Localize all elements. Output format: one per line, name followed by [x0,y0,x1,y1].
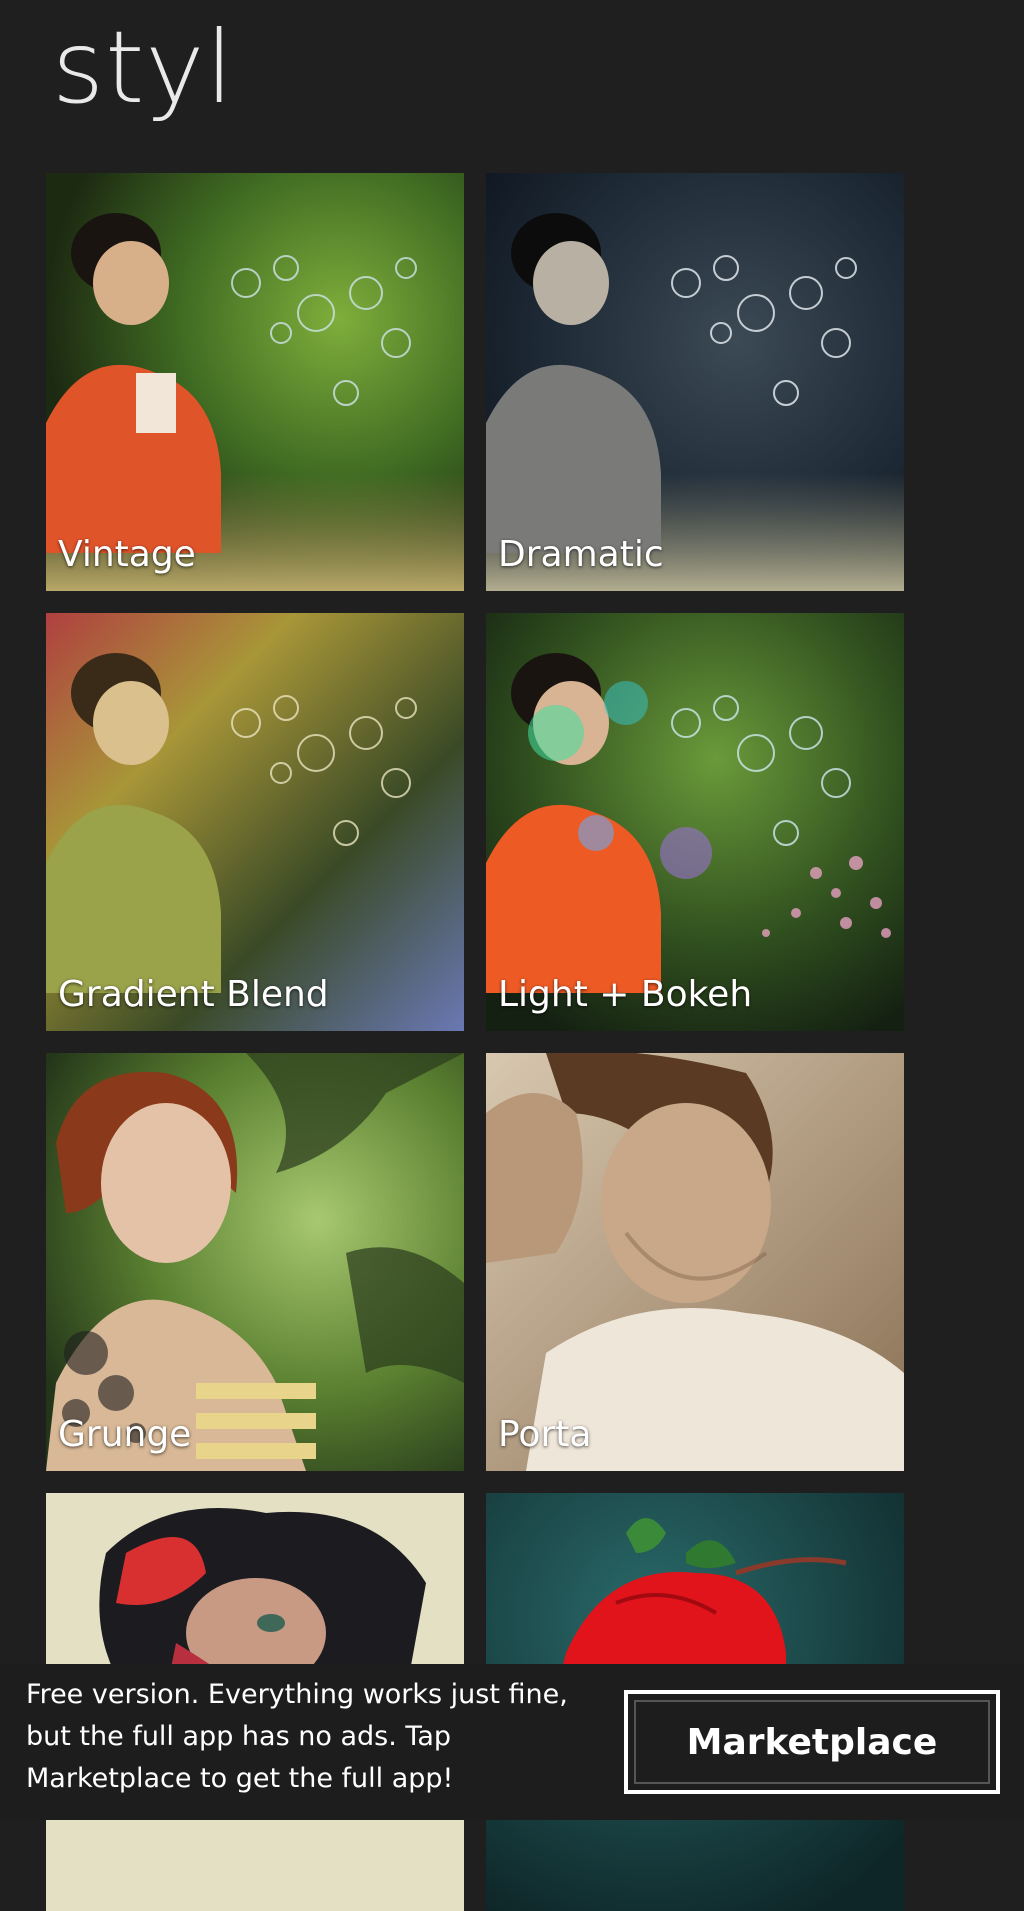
light-bokeh-thumbnail [486,613,904,1031]
style-tile-vintage[interactable]: Vintage [46,173,464,591]
style-label: Gradient Blend [58,974,329,1015]
style-label: Light + Bokeh [498,974,753,1015]
style-label: Porta [498,1414,592,1455]
porta-thumbnail [486,1053,904,1471]
ad-banner: Free version. Everything works just fine… [0,1664,1024,1820]
style-grid: Vintage Dramatic Gradient Blend Light + … [0,0,1024,1911]
marketplace-button-label: Marketplace [686,1721,938,1763]
style-label: Dramatic [498,534,664,575]
vintage-thumbnail [46,173,464,591]
grunge-thumbnail [46,1053,464,1471]
style-tile-gradient-blend[interactable]: Gradient Blend [46,613,464,1031]
gradient-blend-thumbnail [46,613,464,1031]
style-tile-porta[interactable]: Porta [486,1053,904,1471]
dramatic-thumbnail [486,173,904,591]
style-label: Grunge [58,1414,192,1455]
marketplace-button[interactable]: Marketplace [624,1690,1000,1794]
style-tile-light-bokeh[interactable]: Light + Bokeh [486,613,904,1031]
style-label: Vintage [58,534,196,575]
style-tile-dramatic[interactable]: Dramatic [486,173,904,591]
ad-message: Free version. Everything works just fine… [26,1679,568,1794]
style-tile-grunge[interactable]: Grunge [46,1053,464,1471]
